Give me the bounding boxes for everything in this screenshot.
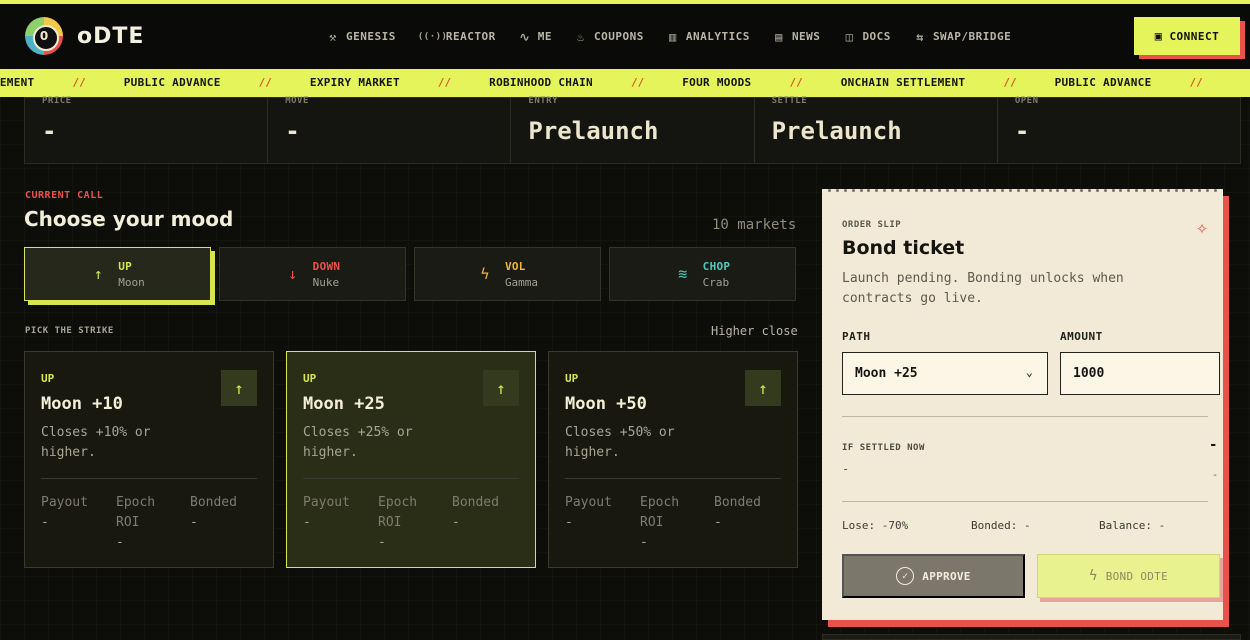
ticker-separator: //: [1003, 76, 1017, 89]
balance-value: Balance: -: [1099, 519, 1166, 532]
slip-title: Bond ticket: [842, 237, 965, 259]
strike-cards: UP Moon +10 Closes +10% or higher. ↑ Pay…: [24, 351, 810, 568]
path-select[interactable]: Moon +25 ⌄: [842, 352, 1048, 395]
pick-strike-label: PICK THE STRIKE: [25, 326, 114, 336]
ticker-item: ONCHAIN SETTLEMENT: [840, 76, 966, 89]
settled-sub-left: -: [842, 462, 850, 476]
amount-label: AMOUNT: [1060, 330, 1103, 343]
divider: [565, 478, 781, 479]
lose-value: Lose: -70%: [842, 519, 909, 532]
strike-card-moon-10[interactable]: UP Moon +10 Closes +10% or higher. ↑ Pay…: [24, 351, 274, 568]
swap-arrows-icon: ⇆: [916, 29, 924, 44]
ticker-item: PUBLIC ADVANCE: [123, 76, 221, 89]
nav-coupons[interactable]: ♨ COUPONS: [574, 30, 644, 44]
settled-sub-right: -: [1212, 470, 1219, 481]
chevron-down-icon: ⌄: [1025, 365, 1033, 379]
order-slip-label: ORDER SLIP: [842, 220, 902, 230]
nav-swap-bridge[interactable]: ⇆ SWAP/BRIDGE: [913, 30, 1011, 44]
top-navbar: 0 oDTE ⚒ GENESIS ((·)) REACTOR ∿ ME ♨ COUPON…: [0, 4, 1250, 69]
mood-selector: ↑ UP Moon ↓ DOWN Nuke ϟ VOL Gamma ≋ CHOP Cra…: [24, 247, 804, 301]
arrow-up-icon: ↑: [93, 265, 103, 283]
current-call-label: CURRENT CALL: [25, 190, 104, 201]
lightning-icon: ϟ: [480, 265, 490, 283]
check-circle-icon: ✓: [896, 567, 915, 585]
ticker-item: ELEMENT: [0, 76, 35, 89]
ticker-separator: //: [72, 76, 86, 89]
approve-button[interactable]: ✓ APPROVE: [842, 554, 1025, 598]
nav-docs[interactable]: ◫ DOCS: [842, 30, 891, 44]
strike-hint: Higher close: [711, 324, 798, 338]
brand-name: oDTE: [77, 23, 145, 49]
divider: [842, 501, 1208, 502]
brand-logo[interactable]: 0 oDTE: [25, 17, 144, 55]
mood-chop-button[interactable]: ≋ CHOP Crab: [609, 247, 796, 301]
waves-icon: ≋: [678, 265, 688, 283]
bar-chart-icon: ▥: [668, 29, 677, 44]
nav-news[interactable]: ▤ NEWS: [772, 30, 821, 44]
divider: [303, 478, 519, 479]
flame-icon: ♨: [577, 29, 585, 44]
book-icon: ◫: [845, 29, 854, 44]
order-slip: ORDER SLIP ✧ Bond ticket Launch pending.…: [822, 189, 1223, 620]
nav-genesis[interactable]: ⚒ GENESIS: [326, 30, 396, 44]
pulse-icon: ∿: [519, 29, 530, 44]
mood-down-button[interactable]: ↓ DOWN Nuke: [219, 247, 406, 301]
nav-analytics[interactable]: ▥ ANALYTICS: [666, 30, 750, 44]
nav-reactor[interactable]: ((·)) REACTOR: [418, 30, 496, 44]
stat-open: OPEN -: [1014, 96, 1039, 145]
ticker-separator: //: [630, 76, 645, 89]
amount-input[interactable]: 1000: [1060, 352, 1220, 395]
connect-button[interactable]: ▣ CONNECT: [1134, 17, 1240, 55]
hammer-icon: ⚒: [329, 29, 337, 44]
strike-card-moon-25[interactable]: UP Moon +25 Closes +25% or higher. ↑ Pay…: [286, 351, 536, 568]
market-stats-strip: PRICE - MOVE - ENTRY Prelaunch SETTLE Prelau…: [24, 96, 1241, 164]
mood-up-button[interactable]: ↑ UP Moon: [24, 247, 211, 301]
ticker-item: PUBLIC ADVANCE: [1054, 76, 1152, 89]
perforation: [822, 189, 1223, 193]
nav-me[interactable]: ∿ ME: [518, 30, 552, 44]
markets-count: 10 markets: [712, 217, 797, 233]
lightning-icon: ϟ: [1088, 568, 1098, 584]
next-card-edge: [822, 634, 1241, 640]
bonded-value: Bonded: -: [971, 519, 1031, 532]
slip-note: Launch pending. Bonding unlocks when con…: [842, 271, 1124, 306]
logo-mark-icon: 0: [25, 17, 63, 55]
mood-vol-button[interactable]: ϟ VOL Gamma: [414, 247, 601, 301]
ticker-bar: ELEMENT // PUBLIC ADVANCE // EXPIRY MARKET…: [0, 69, 1250, 97]
newspaper-icon: ▤: [775, 29, 783, 44]
arrow-up-icon[interactable]: ↑: [745, 370, 781, 406]
ticker-item: FOUR MOODS: [682, 76, 752, 89]
wallet-icon: ▣: [1154, 29, 1163, 43]
stat-move: MOVE -: [268, 96, 512, 163]
arrow-up-icon[interactable]: ↑: [483, 370, 519, 406]
main-nav: ⚒ GENESIS ((·)) REACTOR ∿ ME ♨ COUPONS ▥ ANAL…: [326, 4, 1033, 69]
ticker-separator: //: [437, 76, 452, 89]
sparkle-icon: ✧: [1196, 215, 1209, 239]
ticker-separator: //: [789, 76, 803, 89]
divider: [842, 416, 1208, 417]
arrow-down-icon: ↓: [288, 265, 298, 283]
broadcast-icon: ((·)): [417, 31, 448, 42]
arrow-up-icon[interactable]: ↑: [221, 370, 257, 406]
divider: [41, 478, 257, 479]
ticker-item: ROBINHOOD CHAIN: [489, 76, 593, 89]
settled-label: IF SETTLED NOW: [842, 443, 925, 453]
ticker-item: EXPIRY MARKET: [309, 76, 400, 89]
ticker-separator: //: [258, 76, 272, 89]
stat-entry: ENTRY Prelaunch: [511, 96, 755, 163]
stat-settle: SETTLE Prelaunch: [755, 96, 998, 163]
path-label: PATH: [842, 330, 871, 343]
ticker-separator: //: [1189, 76, 1203, 89]
mood-heading: Choose your mood: [24, 207, 234, 231]
strike-card-moon-50[interactable]: UP Moon +50 Closes +50% or higher. ↑ Pay…: [548, 351, 798, 568]
ticker-track: ELEMENT // PUBLIC ADVANCE // EXPIRY MARKET…: [0, 76, 1241, 89]
settled-value: -: [1209, 437, 1218, 453]
stat-price: PRICE -: [25, 96, 269, 163]
bond-button[interactable]: ϟ BOND ODTE: [1037, 554, 1220, 598]
